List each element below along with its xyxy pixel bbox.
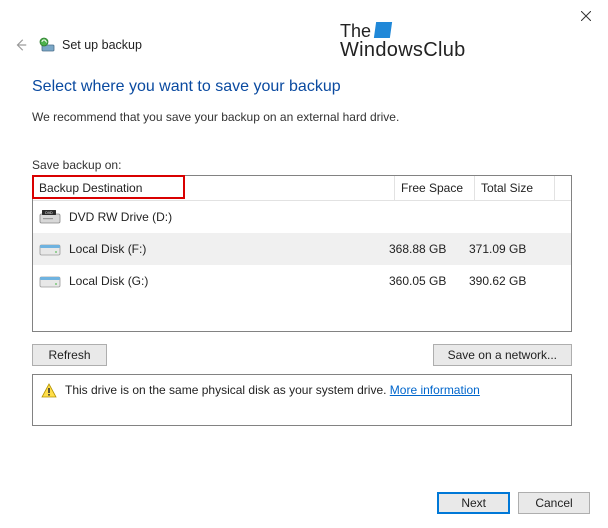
drive-total-size: 371.09 GB — [469, 242, 549, 256]
window-title: Set up backup — [62, 38, 142, 52]
brand-square-icon — [374, 22, 392, 38]
list-actions: Refresh Save on a network... — [32, 344, 572, 366]
header-row: Set up backup The WindowsClub — [0, 32, 608, 62]
col-header-total[interactable]: Total Size — [475, 176, 555, 200]
back-arrow-icon — [14, 38, 28, 52]
drive-rows: DVD DVD RW Drive (D:) Local Disk (F:)368.8… — [33, 201, 571, 297]
dvd-drive-icon: DVD — [39, 208, 61, 226]
drive-total-size: 390.62 GB — [469, 274, 549, 288]
content-area: Select where you want to save your backu… — [0, 62, 608, 426]
refresh-button[interactable]: Refresh — [32, 344, 107, 366]
list-empty-space — [33, 297, 571, 331]
next-button[interactable]: Next — [437, 492, 510, 514]
hard-disk-icon — [39, 272, 61, 290]
brand-logo: The WindowsClub — [340, 22, 466, 60]
drive-name: Local Disk (G:) — [69, 274, 389, 288]
drive-name: Local Disk (F:) — [69, 242, 389, 256]
cancel-button[interactable]: Cancel — [518, 492, 590, 514]
column-headers: Backup Destination Free Space Total Size — [33, 176, 571, 201]
drive-row[interactable]: DVD DVD RW Drive (D:) — [33, 201, 571, 233]
hard-disk-icon — [39, 240, 61, 258]
page-heading: Select where you want to save your backu… — [32, 78, 576, 96]
more-information-link[interactable]: More information — [390, 383, 480, 397]
warning-text: This drive is on the same physical disk … — [65, 383, 390, 397]
drive-name: DVD RW Drive (D:) — [69, 210, 389, 224]
col-header-spacer — [555, 176, 571, 200]
close-icon — [581, 11, 591, 21]
drive-free-space: 360.05 GB — [389, 274, 469, 288]
brand-line1: The — [340, 22, 371, 40]
svg-text:DVD: DVD — [45, 211, 53, 215]
col-header-destination[interactable]: Backup Destination — [33, 176, 395, 200]
save-on-label: Save backup on: — [32, 158, 576, 172]
backup-destination-list: Backup Destination Free Space Total Size… — [32, 175, 572, 332]
warning-panel: This drive is on the same physical disk … — [32, 374, 572, 426]
warning-text-container: This drive is on the same physical disk … — [65, 383, 480, 399]
close-button[interactable] — [564, 2, 608, 30]
recommend-text: We recommend that you save your backup o… — [32, 110, 576, 124]
drive-row[interactable]: Local Disk (G:)360.05 GB390.62 GB — [33, 265, 571, 297]
col-header-free[interactable]: Free Space — [395, 176, 475, 200]
wizard-footer: Next Cancel — [437, 492, 590, 514]
title-bar — [0, 0, 608, 32]
backup-wizard-icon — [38, 37, 56, 53]
drive-free-space: 368.88 GB — [389, 242, 469, 256]
drive-row[interactable]: Local Disk (F:)368.88 GB371.09 GB — [33, 233, 571, 265]
save-on-network-button[interactable]: Save on a network... — [433, 344, 572, 366]
brand-line2: WindowsClub — [340, 40, 466, 60]
warning-icon — [41, 383, 57, 399]
back-button[interactable] — [12, 36, 30, 54]
